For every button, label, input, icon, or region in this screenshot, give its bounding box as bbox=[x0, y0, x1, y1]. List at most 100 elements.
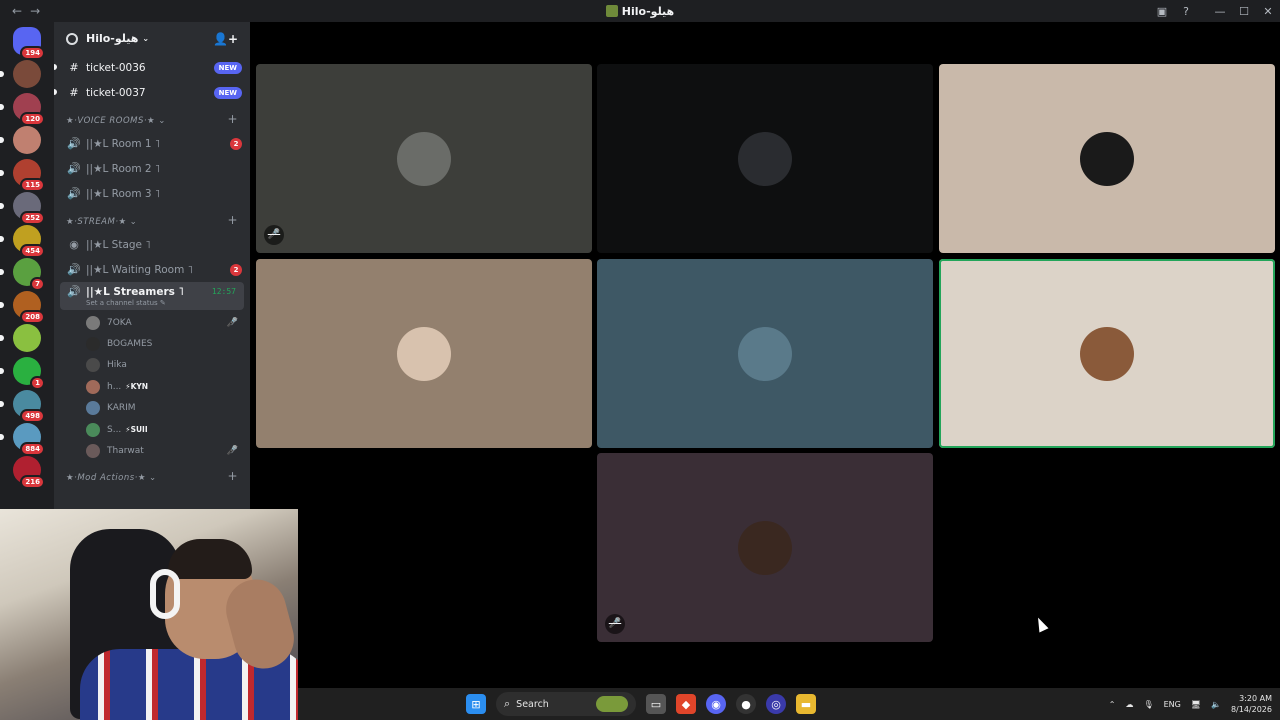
channel-item[interactable]: 🔊 ||★L Room 3 ˥ bbox=[54, 181, 250, 206]
avatar bbox=[86, 337, 100, 352]
server-icon-8[interactable]: 208 bbox=[0, 291, 45, 324]
avatar bbox=[86, 379, 100, 394]
server-icon-13[interactable]: 216 bbox=[13, 456, 45, 489]
avatar bbox=[86, 401, 100, 416]
windows-start-icon[interactable]: ⊞ bbox=[466, 694, 486, 714]
participant-tile[interactable]: 🎤 bbox=[597, 453, 933, 642]
voice-member[interactable]: Hika bbox=[54, 355, 250, 376]
channel-status-text: Set a channel status bbox=[86, 299, 158, 307]
participant-avatar bbox=[1080, 131, 1134, 186]
server-icon-0[interactable]: 194 bbox=[13, 27, 45, 60]
speaker-icon: 🔊 bbox=[67, 285, 81, 298]
server-icon-1[interactable] bbox=[0, 60, 41, 88]
channel-name: ticket-0036 bbox=[86, 61, 146, 74]
network-icon[interactable]: 🖥 bbox=[1191, 700, 1201, 709]
voice-member[interactable]: Tharwat 🎤̸ bbox=[54, 440, 250, 461]
tray-chevron-up-icon[interactable]: ⌃ bbox=[1109, 700, 1116, 709]
channel-streamers-active[interactable]: 🔊 ||★L Streamers ˥ 12:57 Set a channel s… bbox=[60, 282, 244, 310]
help-icon[interactable]: ? bbox=[1174, 5, 1198, 18]
server-icon-9[interactable] bbox=[0, 324, 41, 352]
voice-member[interactable]: h... ⚡KYN bbox=[54, 376, 250, 397]
language-indicator[interactable]: ENG bbox=[1164, 700, 1181, 709]
voice-member[interactable]: 7OKA 🎤̸ bbox=[54, 312, 250, 333]
task-view-icon[interactable]: ▭ bbox=[646, 694, 666, 714]
maximize-icon[interactable]: ☐ bbox=[1232, 5, 1256, 18]
add-channel-icon[interactable]: + bbox=[227, 469, 238, 483]
new-badge: NEW bbox=[213, 61, 242, 74]
assistant-app-icon[interactable]: ◎ bbox=[766, 694, 786, 714]
server-header[interactable]: Hilo-هيلو ⌄ 👤+ bbox=[54, 22, 250, 55]
mention-badge: 208 bbox=[20, 310, 45, 324]
server-icon-3[interactable] bbox=[0, 126, 41, 154]
system-tray: ⌃ ☁ 🎙 ENG 🖥 🔈 3:20 AM 8/14/2026 bbox=[1109, 688, 1272, 720]
server-icon-6[interactable]: 454 bbox=[0, 225, 45, 258]
member-tag: ⚡SUII bbox=[125, 425, 148, 435]
taskbar-search[interactable]: ⌕ Search bbox=[496, 692, 636, 716]
channel-item[interactable]: 🔊 ||★L Waiting Room ˥ 2 bbox=[54, 257, 250, 282]
channel-sidebar: Hilo-هيلو ⌄ 👤+ # ticket-0036 NEW # ticket-00… bbox=[54, 22, 250, 510]
unread-pill-indicator bbox=[0, 434, 4, 440]
voice-member[interactable]: S... ⚡SUII bbox=[54, 419, 250, 440]
channel-status-prompt[interactable]: Set a channel status ✎ bbox=[66, 299, 236, 307]
channel-name: ||★L Room 1 ˥ bbox=[86, 137, 161, 150]
avatar bbox=[86, 315, 100, 330]
window-controls: ▣ ? — ☐ ✕ bbox=[1150, 0, 1280, 22]
back-arrow-icon[interactable]: ← bbox=[12, 4, 22, 18]
participant-tile[interactable] bbox=[256, 259, 592, 448]
window-title: Hilo-هيلو bbox=[0, 4, 1280, 18]
voice-member[interactable]: KARIM bbox=[54, 398, 250, 419]
search-icon: ⌕ bbox=[504, 697, 511, 710]
channel-item[interactable]: ◉ ||★L Stage ˥ bbox=[54, 232, 250, 257]
forward-arrow-icon[interactable]: → bbox=[30, 4, 40, 18]
volume-icon[interactable]: 🔈 bbox=[1211, 700, 1221, 709]
server-icon-5[interactable]: 252 bbox=[0, 192, 45, 225]
recording-app-icon[interactable]: ● bbox=[736, 694, 756, 714]
chevron-down-icon: ⌄ bbox=[142, 34, 150, 43]
server-icon bbox=[605, 4, 618, 17]
add-user-icon[interactable]: 👤+ bbox=[213, 32, 238, 46]
server-settings-icon bbox=[66, 32, 78, 45]
mention-badge: 7 bbox=[30, 277, 45, 291]
participant-tile[interactable] bbox=[597, 259, 933, 448]
category-mod-actions[interactable]: ★·Mod Actions·★ ⌄ + bbox=[54, 462, 250, 488]
onedrive-icon[interactable]: ☁ bbox=[1125, 700, 1133, 709]
mention-badge: 194 bbox=[20, 46, 45, 60]
add-channel-icon[interactable]: + bbox=[227, 112, 238, 126]
participant-tile[interactable] bbox=[939, 64, 1275, 253]
avatar bbox=[86, 422, 100, 437]
server-icon-10[interactable]: 1 bbox=[0, 357, 45, 390]
participant-tile[interactable] bbox=[597, 64, 933, 253]
voice-member[interactable]: BOGAMES bbox=[54, 333, 250, 354]
microphone-icon[interactable]: 🎙 bbox=[1143, 700, 1153, 709]
close-icon[interactable]: ✕ bbox=[1256, 5, 1280, 18]
minimize-icon[interactable]: — bbox=[1208, 5, 1232, 18]
server-icon-7[interactable]: 7 bbox=[0, 258, 45, 291]
unread-pill-indicator bbox=[0, 203, 4, 209]
participant-tile[interactable] bbox=[939, 259, 1275, 448]
category-stream[interactable]: ★·STREAM·★ ⌄ + bbox=[54, 206, 250, 232]
clock[interactable]: 3:20 AM 8/14/2026 bbox=[1231, 693, 1272, 715]
server-icon-2[interactable]: 120 bbox=[0, 93, 45, 126]
file-explorer-icon[interactable]: ▬ bbox=[796, 694, 816, 714]
channel-item[interactable]: 🔊 ||★L Room 2 ˥ bbox=[54, 156, 250, 181]
channel-item[interactable]: # ticket-0037 NEW bbox=[54, 80, 250, 105]
chevron-down-icon: ⌄ bbox=[158, 116, 166, 126]
inbox-icon[interactable]: ▣ bbox=[1150, 5, 1174, 18]
channel-item[interactable]: # ticket-0036 NEW bbox=[54, 55, 250, 80]
speaker-icon: 🔊 bbox=[67, 263, 81, 276]
mention-badge: 252 bbox=[20, 211, 45, 225]
server-icon-11[interactable]: 498 bbox=[0, 390, 45, 423]
category-voice-rooms[interactable]: ★·VOICE ROOMS·★ ⌄ + bbox=[54, 105, 250, 131]
server-icon-12[interactable]: 884 bbox=[0, 423, 45, 456]
channel-name: ||★L Room 3 ˥ bbox=[86, 187, 161, 200]
unread-pill-indicator bbox=[0, 269, 4, 275]
muted-mic-icon: 🎤̸ bbox=[226, 317, 238, 328]
channel-name: ||★L Streamers ˥ bbox=[86, 285, 184, 298]
discord-icon[interactable]: ◉ bbox=[706, 694, 726, 714]
participant-tile[interactable]: 🎤 bbox=[256, 64, 592, 253]
channel-item[interactable]: 🔊 ||★L Room 1 ˥ 2 bbox=[54, 131, 250, 156]
server-icon-4[interactable]: 115 bbox=[0, 159, 45, 192]
unread-pill-indicator bbox=[0, 71, 4, 77]
brave-browser-icon[interactable]: ◆ bbox=[676, 694, 696, 714]
add-channel-icon[interactable]: + bbox=[227, 213, 238, 227]
